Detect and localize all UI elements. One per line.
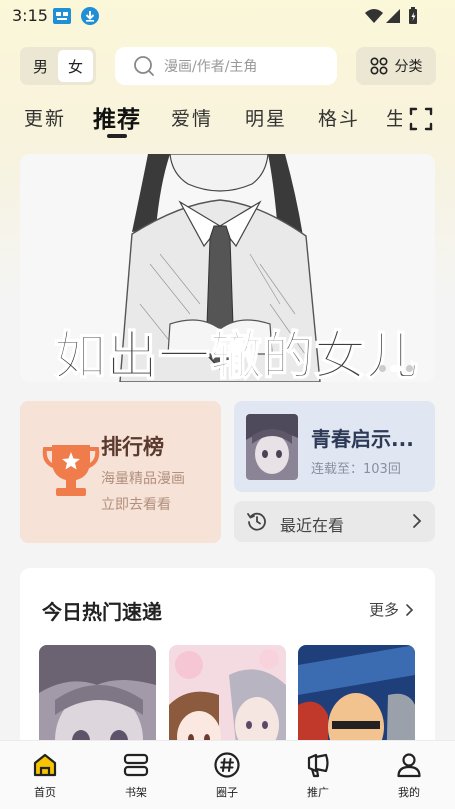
comic-cover-thumbnail (246, 414, 298, 480)
tab-indicator (107, 134, 127, 138)
search-icon (134, 56, 154, 76)
tab-fighting[interactable]: 格斗 (318, 104, 360, 131)
tab-recommend[interactable]: 推荐 (93, 100, 141, 134)
history-icon (247, 512, 266, 531)
signal-icon (386, 9, 400, 23)
ranking-card[interactable]: 排行榜 海量精品漫画 立即去看看 (20, 401, 221, 543)
banner-caption: 如出一辙的女儿 (54, 327, 418, 382)
nav-promote[interactable]: 推广 (288, 751, 348, 800)
bookshelf-icon (123, 753, 149, 777)
status-time: 3:15 (12, 6, 48, 25)
battery-icon (409, 7, 417, 24)
category-label: 分类 (394, 59, 423, 75)
nav-bookshelf-label: 书架 (125, 786, 147, 799)
section-title: 今日热门速递 (42, 600, 162, 624)
nav-promote-label: 推广 (307, 786, 329, 799)
ranking-title: 排行榜 (101, 435, 164, 459)
nav-profile[interactable]: 我的 (379, 751, 439, 800)
ranking-subtitle: 海量精品漫画 (101, 471, 185, 487)
banner-carousel[interactable]: 如出一辙的女儿 (20, 154, 435, 382)
recent-label: 最近在看 (280, 516, 345, 535)
tab-celebrity[interactable]: 明星 (245, 104, 287, 131)
tab-update[interactable]: 更新 (24, 104, 66, 131)
continue-progress: 连载至：103回 (311, 462, 401, 477)
more-tabs-icon[interactable] (408, 106, 434, 132)
continue-reading-card[interactable]: 青春启示... 连载至：103回 (234, 401, 435, 492)
more-link[interactable]: 更多 (369, 599, 414, 620)
status-bar: 3:15 (0, 0, 455, 32)
profile-icon (397, 753, 421, 778)
category-button[interactable]: 分类 (356, 47, 436, 85)
nav-home[interactable]: 首页 (15, 751, 75, 800)
continue-comic-title: 青春启示... (311, 427, 414, 451)
chevron-right-icon (413, 514, 422, 528)
search-input[interactable]: 漫画/作者/主角 (115, 47, 337, 85)
bottom-navigation: 首页 书架 圈子 推广 我的 (0, 740, 455, 809)
gender-female-button[interactable]: 女 (58, 50, 93, 82)
trophy-icon (42, 445, 100, 496)
recent-viewed-button[interactable]: 最近在看 (234, 501, 435, 542)
carousel-indicator (375, 365, 413, 372)
nav-home-label: 首页 (34, 786, 56, 799)
ranking-cta: 立即去看看 (101, 497, 171, 513)
chevron-right-icon (406, 603, 414, 616)
gender-toggle: 男 女 (20, 47, 96, 85)
gender-male-button[interactable]: 男 (23, 50, 58, 82)
nav-circle[interactable]: 圈子 (197, 751, 257, 800)
hot-today-section: 今日热门速递 更多 (20, 568, 435, 768)
promote-icon (307, 753, 329, 778)
search-placeholder: 漫画/作者/主角 (164, 59, 258, 75)
home-icon (33, 753, 57, 777)
download-icon (81, 7, 99, 25)
tab-life[interactable]: 生活 (386, 104, 402, 131)
nav-profile-label: 我的 (398, 786, 420, 799)
category-tabs: 更新 推荐 爱情 明星 格斗 生活 (0, 96, 455, 142)
banner-image: 如出一辙的女儿 (20, 154, 435, 382)
more-label: 更多 (368, 601, 399, 619)
wifi-icon (365, 9, 383, 23)
grid-icon (369, 57, 388, 75)
nav-circle-label: 圈子 (216, 786, 238, 799)
nav-bookshelf[interactable]: 书架 (106, 751, 166, 800)
circle-icon (214, 752, 240, 778)
app-notification-icon (53, 8, 71, 24)
tab-romance[interactable]: 爱情 (171, 104, 213, 131)
